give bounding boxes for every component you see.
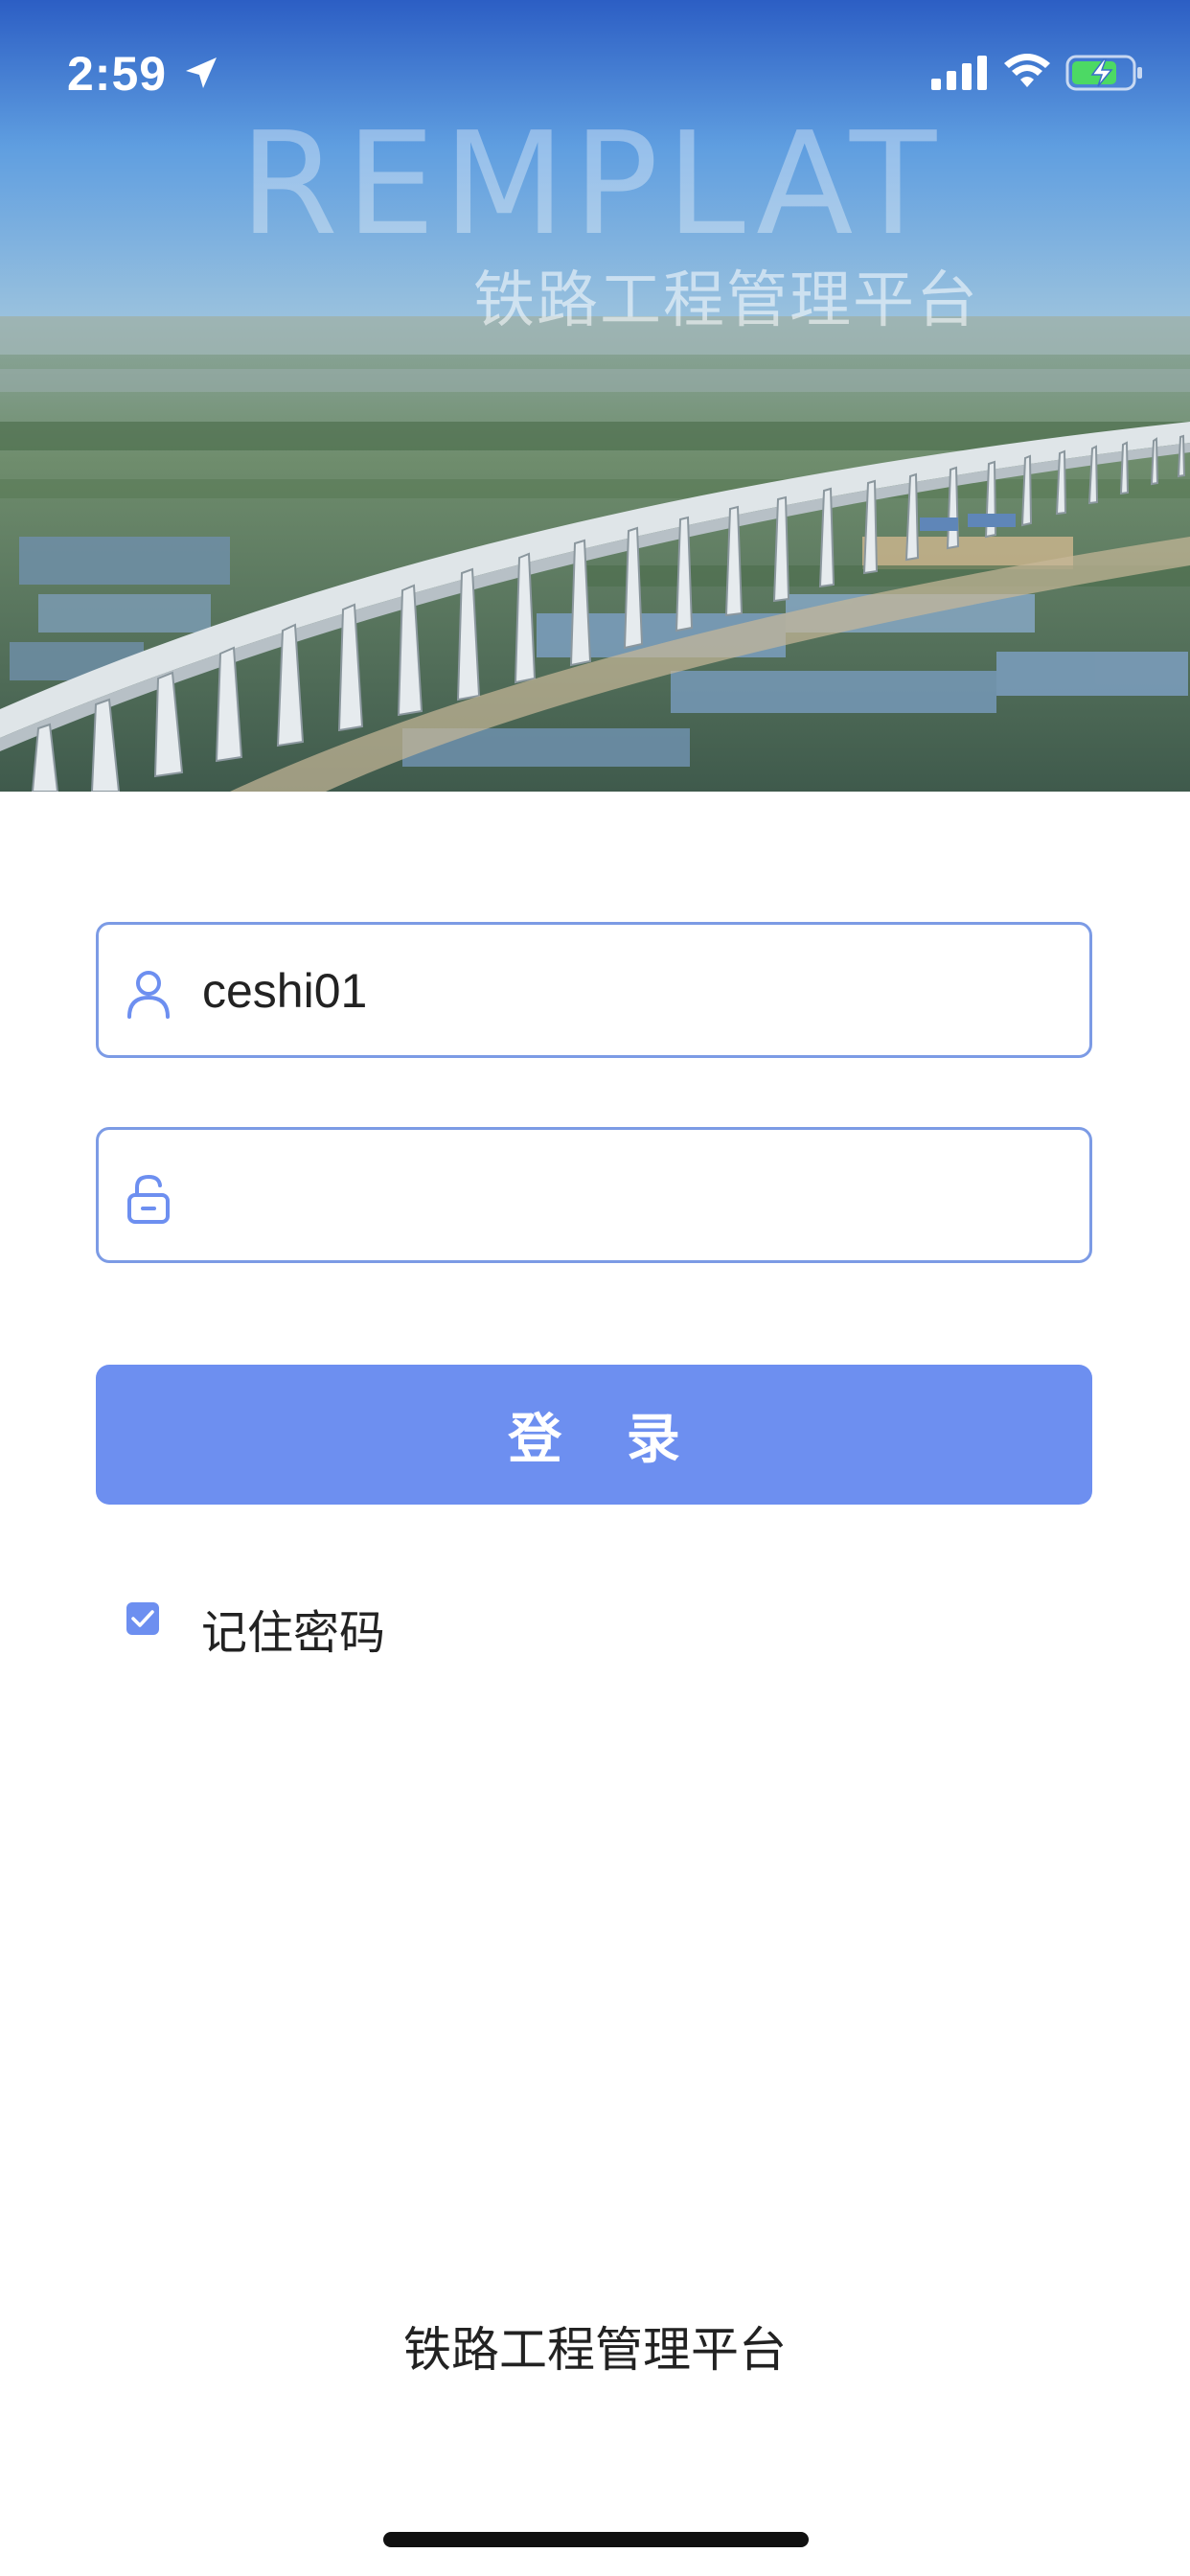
- status-time: 2:59: [67, 47, 168, 101]
- location-arrow-icon: [182, 54, 220, 97]
- remember-password-label: 记住密码: [201, 1606, 386, 1660]
- footer-platform-name: 铁路工程管理平台: [403, 2322, 787, 2378]
- remember-password-row[interactable]: 记住密码: [125, 1587, 508, 1660]
- home-indicator[interactable]: [383, 2532, 809, 2547]
- wifi-icon: [1002, 52, 1052, 95]
- password-input[interactable]: [202, 1159, 1068, 1237]
- brand-title-cn: 铁路工程管理平台: [473, 265, 979, 336]
- checkmark-icon: [131, 1610, 154, 1627]
- login-screen: REMPLAT 铁路工程管理平台 2:59 ceshi01 登 录 记住密码 铁…: [0, 0, 1190, 2576]
- status-bar: 2:59: [0, 0, 1190, 144]
- cellular-signal-icon: [931, 56, 989, 95]
- remember-password-checkbox[interactable]: [126, 1602, 159, 1635]
- password-field[interactable]: [96, 1127, 1092, 1263]
- login-button[interactable]: 登 录: [96, 1365, 1092, 1505]
- username-field[interactable]: ceshi01: [96, 922, 1092, 1058]
- battery-charging-icon: [1065, 54, 1144, 97]
- unlock-icon: [126, 1174, 172, 1224]
- username-value: ceshi01: [202, 964, 368, 1018]
- user-icon: [126, 969, 172, 1019]
